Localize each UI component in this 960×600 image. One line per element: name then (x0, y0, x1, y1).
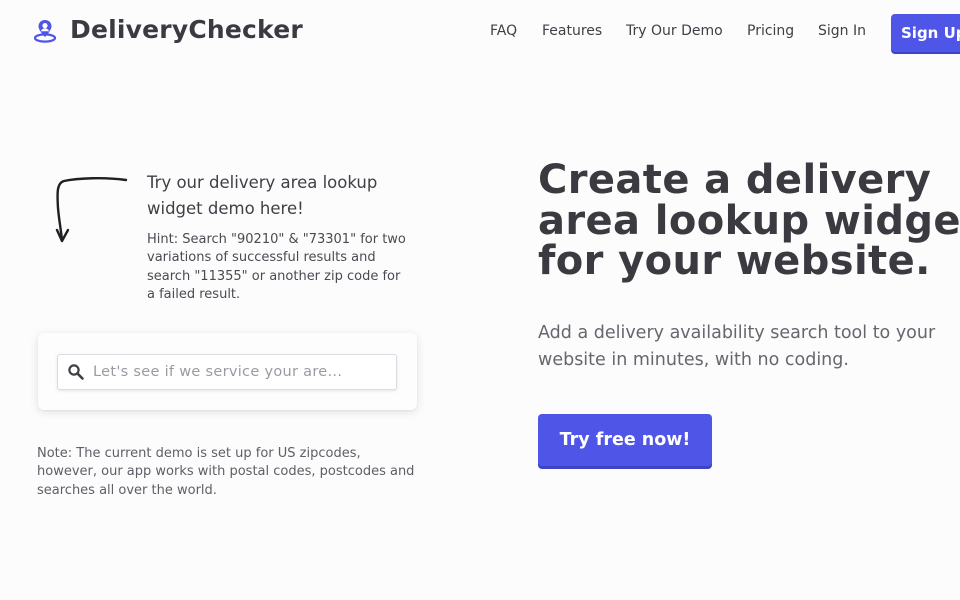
sign-up-button[interactable]: Sign Up (891, 14, 960, 52)
search-icon (68, 364, 84, 380)
landing-page: DeliveryChecker FAQ Features Try Our Dem… (0, 0, 960, 600)
nav-faq-link[interactable]: FAQ (490, 23, 517, 39)
brand-name: DeliveryChecker (70, 15, 303, 44)
demo-note: Note: The current demo is set up for US … (37, 446, 415, 498)
nav-demo-link[interactable]: Try Our Demo (626, 23, 723, 39)
hero-title-line: for your website. (538, 238, 931, 284)
hero-title-line: area lookup widget (538, 197, 960, 244)
hero-title-line: Create a delivery (538, 157, 932, 203)
try-free-button[interactable]: Try free now! (538, 414, 712, 466)
hero-title: Create a delivery area lookup widget for… (538, 160, 960, 282)
hand-drawn-arrow-icon (55, 177, 128, 243)
nav-features-link[interactable]: Features (542, 23, 602, 39)
zip-search-box[interactable] (57, 354, 397, 390)
map-pin-person-icon (34, 19, 56, 43)
demo-title: Try our delivery area lookup widget demo… (147, 173, 378, 218)
nav-pricing-link[interactable]: Pricing (747, 23, 794, 39)
brand-logo[interactable]: DeliveryChecker (34, 15, 303, 44)
demo-hint: Hint: Search "90210" & "73301" for two v… (147, 232, 406, 303)
hero-subtitle: Add a delivery availability search tool … (538, 323, 936, 370)
sign-in-link[interactable]: Sign In (818, 23, 866, 39)
zip-search-input[interactable] (93, 364, 383, 380)
